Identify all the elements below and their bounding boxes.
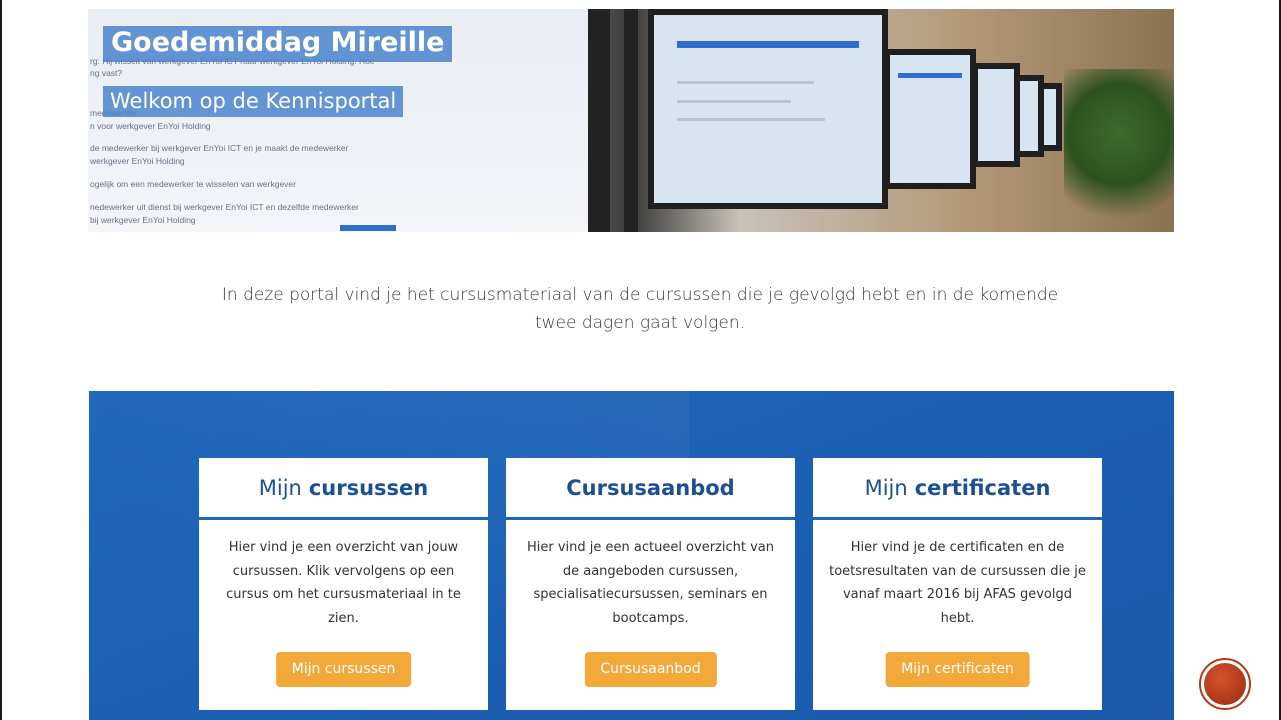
card-description: Hier vind je een overzicht van jouw curs… — [226, 540, 461, 626]
card-title-light: Mijn — [864, 475, 908, 500]
hero-bg-text-line: werkgever EnYoi Holding — [90, 156, 185, 166]
monitor-image — [972, 63, 1020, 167]
hero-bg-text-line: ogelijk om een medewerker te wisselen va… — [90, 179, 296, 189]
hero-bg-text-line: bij werkgever EnYoi Holding — [90, 215, 196, 225]
hero-bg-text-line: ng vast? — [90, 68, 123, 78]
hero-title: Goedemiddag Mireille — [103, 26, 453, 62]
monitor-bezel — [624, 9, 638, 232]
next-slide-circle-icon[interactable] — [1199, 658, 1251, 710]
monitor-image — [1038, 83, 1062, 151]
hero-bg-text-line: nedewerker uit dienst bij werkgever EnYo… — [90, 202, 359, 212]
card-title: Mijn cursussen — [199, 458, 488, 520]
card-title-bold: certificaten — [914, 475, 1051, 500]
card-title: Cursusaanbod — [506, 458, 795, 520]
card-description: Hier vind je een actueel overzicht van d… — [526, 540, 775, 626]
card-title: Mijn certificaten — [813, 458, 1102, 520]
plant-image — [1064, 69, 1174, 232]
card-mijn-certificaten: Mijn certificaten Hier vind je de certif… — [813, 458, 1102, 710]
card-description: Hier vind je de certificaten en de toets… — [829, 540, 1086, 626]
intro-text: In deze portal vind je het cursusmateria… — [140, 281, 1140, 337]
intro-line: twee dagen gaat volgen. — [534, 313, 746, 333]
card-title-bold: Cursusaanbod — [566, 475, 735, 500]
hero-screen-button-fragment — [340, 225, 396, 231]
hero-subtitle: Welkom op de Kennisportal — [103, 86, 404, 117]
next-slide-circle-inner — [1204, 663, 1246, 705]
cursusaanbod-button[interactable]: Cursusaanbod — [584, 652, 717, 687]
mijn-cursussen-button[interactable]: Mijn cursussen — [275, 652, 412, 687]
monitor-bezel — [588, 9, 610, 232]
mijn-certificaten-button[interactable]: Mijn certificaten — [885, 652, 1030, 687]
hero-bg-text-line: n voor werkgever EnYoi Holding — [90, 121, 211, 131]
monitor-image — [648, 9, 888, 209]
card-title-bold: cursussen — [308, 475, 429, 500]
card-cursusaanbod: Cursusaanbod Hier vind je een actueel ov… — [506, 458, 795, 710]
monitor-image — [884, 49, 976, 189]
hero-bg-text-line: de medewerker bij werkgever EnYoi ICT en… — [90, 143, 349, 153]
card-title-light: Mijn — [258, 475, 302, 500]
intro-line: In deze portal vind je het cursusmateria… — [221, 285, 1059, 305]
card-mijn-cursussen: Mijn cursussen Hier vind je een overzich… — [199, 458, 488, 710]
